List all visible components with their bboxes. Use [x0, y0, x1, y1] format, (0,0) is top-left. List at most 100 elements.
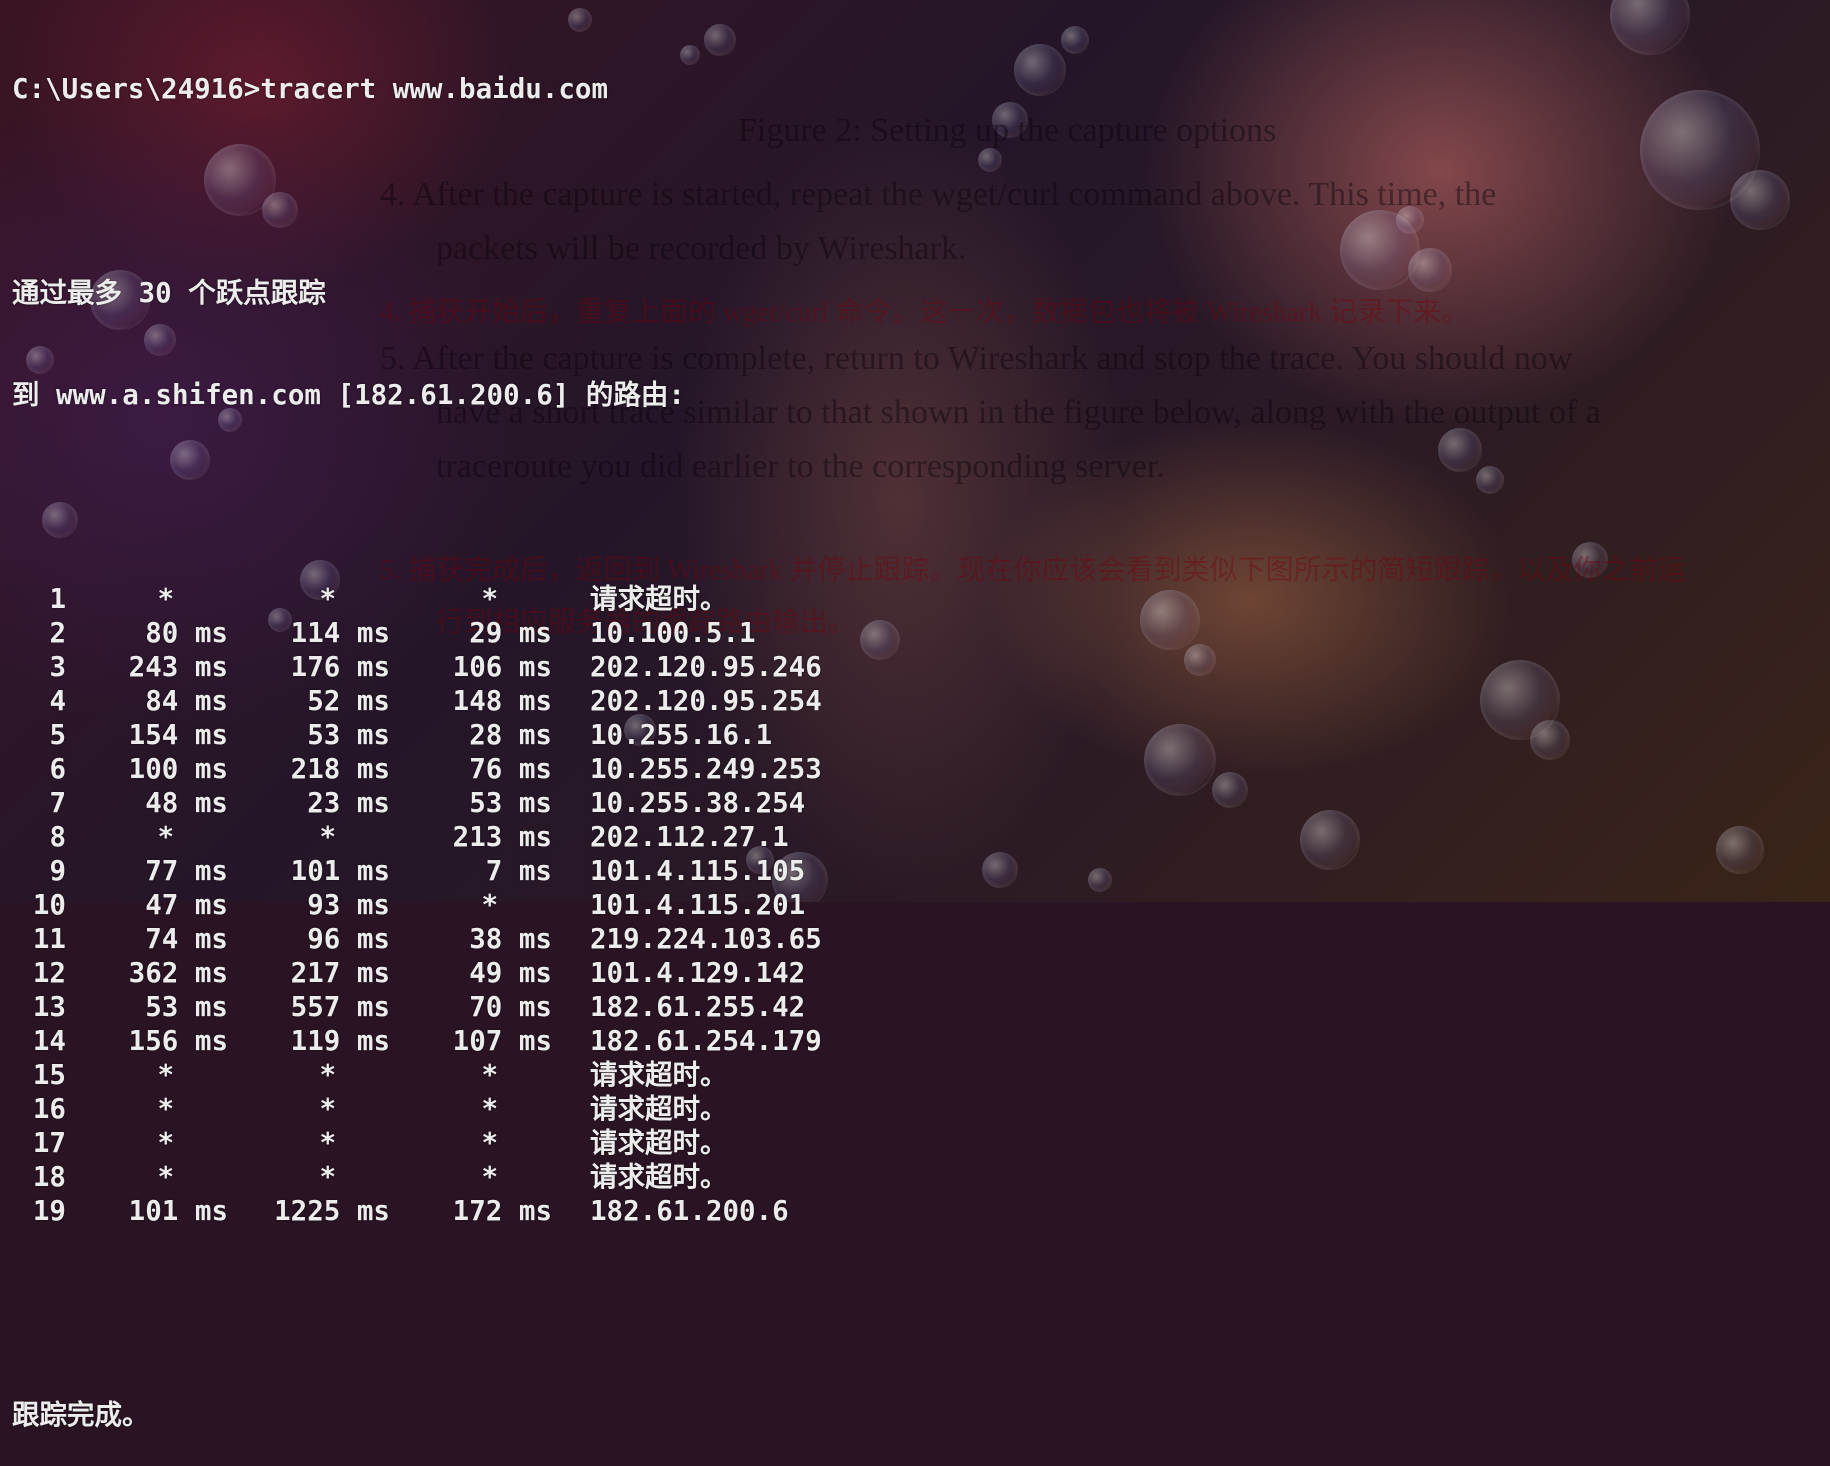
hop-row: 16 * * * 请求超时。 — [12, 1092, 822, 1126]
hop-destination: 请求超时。 — [590, 1127, 728, 1159]
bubble-decoration — [1014, 44, 1066, 96]
hop-number: 15 — [32, 1059, 66, 1091]
hop-destination: 202.112.27.1 — [590, 821, 789, 853]
hop-table: 1 * * * 请求超时。 2 80 ms 114 ms 29 ms 10.100.5.1 3 243… — [12, 582, 822, 1228]
hop-row: 6 100 ms 218 ms 76 ms 10.255.249.253 — [12, 752, 822, 786]
hop-row: 4 84 ms 52 ms 148 ms 202.120.95.254 — [12, 684, 822, 718]
rtt-probe-2: 217 ms — [290, 957, 390, 989]
rtt-probe-1: 48 ms — [145, 787, 228, 819]
rtt-probe-1: 84 ms — [145, 685, 228, 717]
hop-number: 10 — [32, 889, 66, 921]
hop-destination: 请求超时。 — [590, 583, 728, 615]
bubble-decoration — [982, 852, 1018, 888]
rtt-probe-2: 96 ms — [307, 923, 390, 955]
rtt-probe-3: * — [481, 1093, 498, 1125]
bubble-decoration — [1184, 644, 1216, 676]
rtt-probe-2: * — [319, 1093, 336, 1125]
rtt-probe-2: 557 ms — [290, 991, 390, 1023]
rtt-probe-3: 28 ms — [469, 719, 552, 751]
rtt-probe-2: 114 ms — [290, 617, 390, 649]
bubble-decoration — [1396, 206, 1424, 234]
hop-destination: 10.100.5.1 — [590, 617, 756, 649]
hop-row: 15 * * * 请求超时。 — [12, 1058, 822, 1092]
hop-destination: 请求超时。 — [590, 1161, 728, 1193]
bubble-decoration — [1438, 428, 1482, 472]
hop-destination: 请求超时。 — [590, 1093, 728, 1125]
hop-number: 14 — [32, 1025, 66, 1057]
hop-row: 13 53 ms 557 ms 70 ms 182.61.255.42 — [12, 990, 822, 1024]
hop-destination: 请求超时。 — [590, 1059, 728, 1091]
bubble-decoration — [1610, 0, 1690, 55]
rtt-probe-3: * — [481, 1161, 498, 1193]
rtt-probe-2: 93 ms — [307, 889, 390, 921]
rtt-probe-3: 213 ms — [452, 821, 552, 853]
hop-number: 1 — [49, 583, 66, 615]
terminal-output[interactable]: C:\Users\24916>tracert www.baidu.com 通过最… — [12, 4, 822, 1466]
rtt-probe-2: 52 ms — [307, 685, 390, 717]
rtt-probe-2: * — [319, 1161, 336, 1193]
rtt-probe-1: 243 ms — [128, 651, 228, 683]
hop-destination: 10.255.249.253 — [590, 753, 822, 785]
bubble-decoration — [1730, 170, 1790, 230]
rtt-probe-1: * — [157, 1093, 174, 1125]
rtt-probe-1: * — [157, 583, 174, 615]
rtt-probe-3: 38 ms — [469, 923, 552, 955]
rtt-probe-2: * — [319, 1059, 336, 1091]
rtt-probe-3: 29 ms — [469, 617, 552, 649]
rtt-probe-2: * — [319, 1127, 336, 1159]
rtt-probe-3: 53 ms — [469, 787, 552, 819]
rtt-probe-3: * — [481, 583, 498, 615]
hop-row: 10 47 ms 93 ms * 101.4.115.201 — [12, 888, 822, 922]
hop-number: 8 — [49, 821, 66, 853]
hop-destination: 10.255.16.1 — [590, 719, 773, 751]
rtt-probe-3: 106 ms — [452, 651, 552, 683]
bubble-decoration — [1716, 826, 1764, 874]
hop-destination: 219.224.103.65 — [590, 923, 822, 955]
rtt-probe-1: 362 ms — [128, 957, 228, 989]
hop-number: 11 — [32, 923, 66, 955]
hop-number: 13 — [32, 991, 66, 1023]
rtt-probe-3: 7 ms — [485, 855, 552, 887]
hop-row: 11 74 ms 96 ms 38 ms 219.224.103.65 — [12, 922, 822, 956]
hop-destination: 202.120.95.254 — [590, 685, 822, 717]
bubble-decoration — [992, 102, 1028, 138]
hop-row: 2 80 ms 114 ms 29 ms 10.100.5.1 — [12, 616, 822, 650]
rtt-probe-1: * — [157, 821, 174, 853]
rtt-probe-1: 80 ms — [145, 617, 228, 649]
hop-number: 2 — [49, 617, 66, 649]
hop-number: 6 — [49, 753, 66, 785]
trace-complete-line: 跟踪完成。 — [12, 1399, 150, 1431]
hop-row: 17 * * * 请求超时。 — [12, 1126, 822, 1160]
hop-row: 12 362 ms 217 ms 49 ms 101.4.129.142 — [12, 956, 822, 990]
rtt-probe-2: 23 ms — [307, 787, 390, 819]
bubble-decoration — [1530, 720, 1570, 760]
tracert-header-max-hops: 通过最多 30 个跃点跟踪 — [12, 277, 326, 309]
hop-row: 9 77 ms 101 ms 7 ms 101.4.115.105 — [12, 854, 822, 888]
rtt-probe-2: 119 ms — [290, 1025, 390, 1057]
hop-number: 16 — [32, 1093, 66, 1125]
rtt-probe-2: 1225 ms — [274, 1195, 390, 1227]
rtt-probe-2: 218 ms — [290, 753, 390, 785]
rtt-probe-2: * — [319, 821, 336, 853]
hop-row: 7 48 ms 23 ms 53 ms 10.255.38.254 — [12, 786, 822, 820]
bubble-decoration — [1212, 772, 1248, 808]
hop-number: 7 — [49, 787, 66, 819]
rtt-probe-1: 53 ms — [145, 991, 228, 1023]
rtt-probe-3: 172 ms — [452, 1195, 552, 1227]
bubble-decoration — [1088, 868, 1112, 892]
rtt-probe-1: * — [157, 1161, 174, 1193]
hop-row: 3 243 ms 176 ms 106 ms 202.120.95.246 — [12, 650, 822, 684]
rtt-probe-2: 176 ms — [290, 651, 390, 683]
hop-destination: 202.120.95.246 — [590, 651, 822, 683]
rtt-probe-1: 47 ms — [145, 889, 228, 921]
hop-destination: 182.61.200.6 — [590, 1195, 789, 1227]
rtt-probe-3: 49 ms — [469, 957, 552, 989]
command-prompt-line: C:\Users\24916>tracert www.baidu.com — [12, 73, 609, 105]
bubble-decoration — [1061, 26, 1089, 54]
rtt-probe-1: * — [157, 1127, 174, 1159]
rtt-probe-3: * — [481, 889, 498, 921]
hop-number: 3 — [49, 651, 66, 683]
hop-number: 12 — [32, 957, 66, 989]
bubble-decoration — [1476, 466, 1504, 494]
